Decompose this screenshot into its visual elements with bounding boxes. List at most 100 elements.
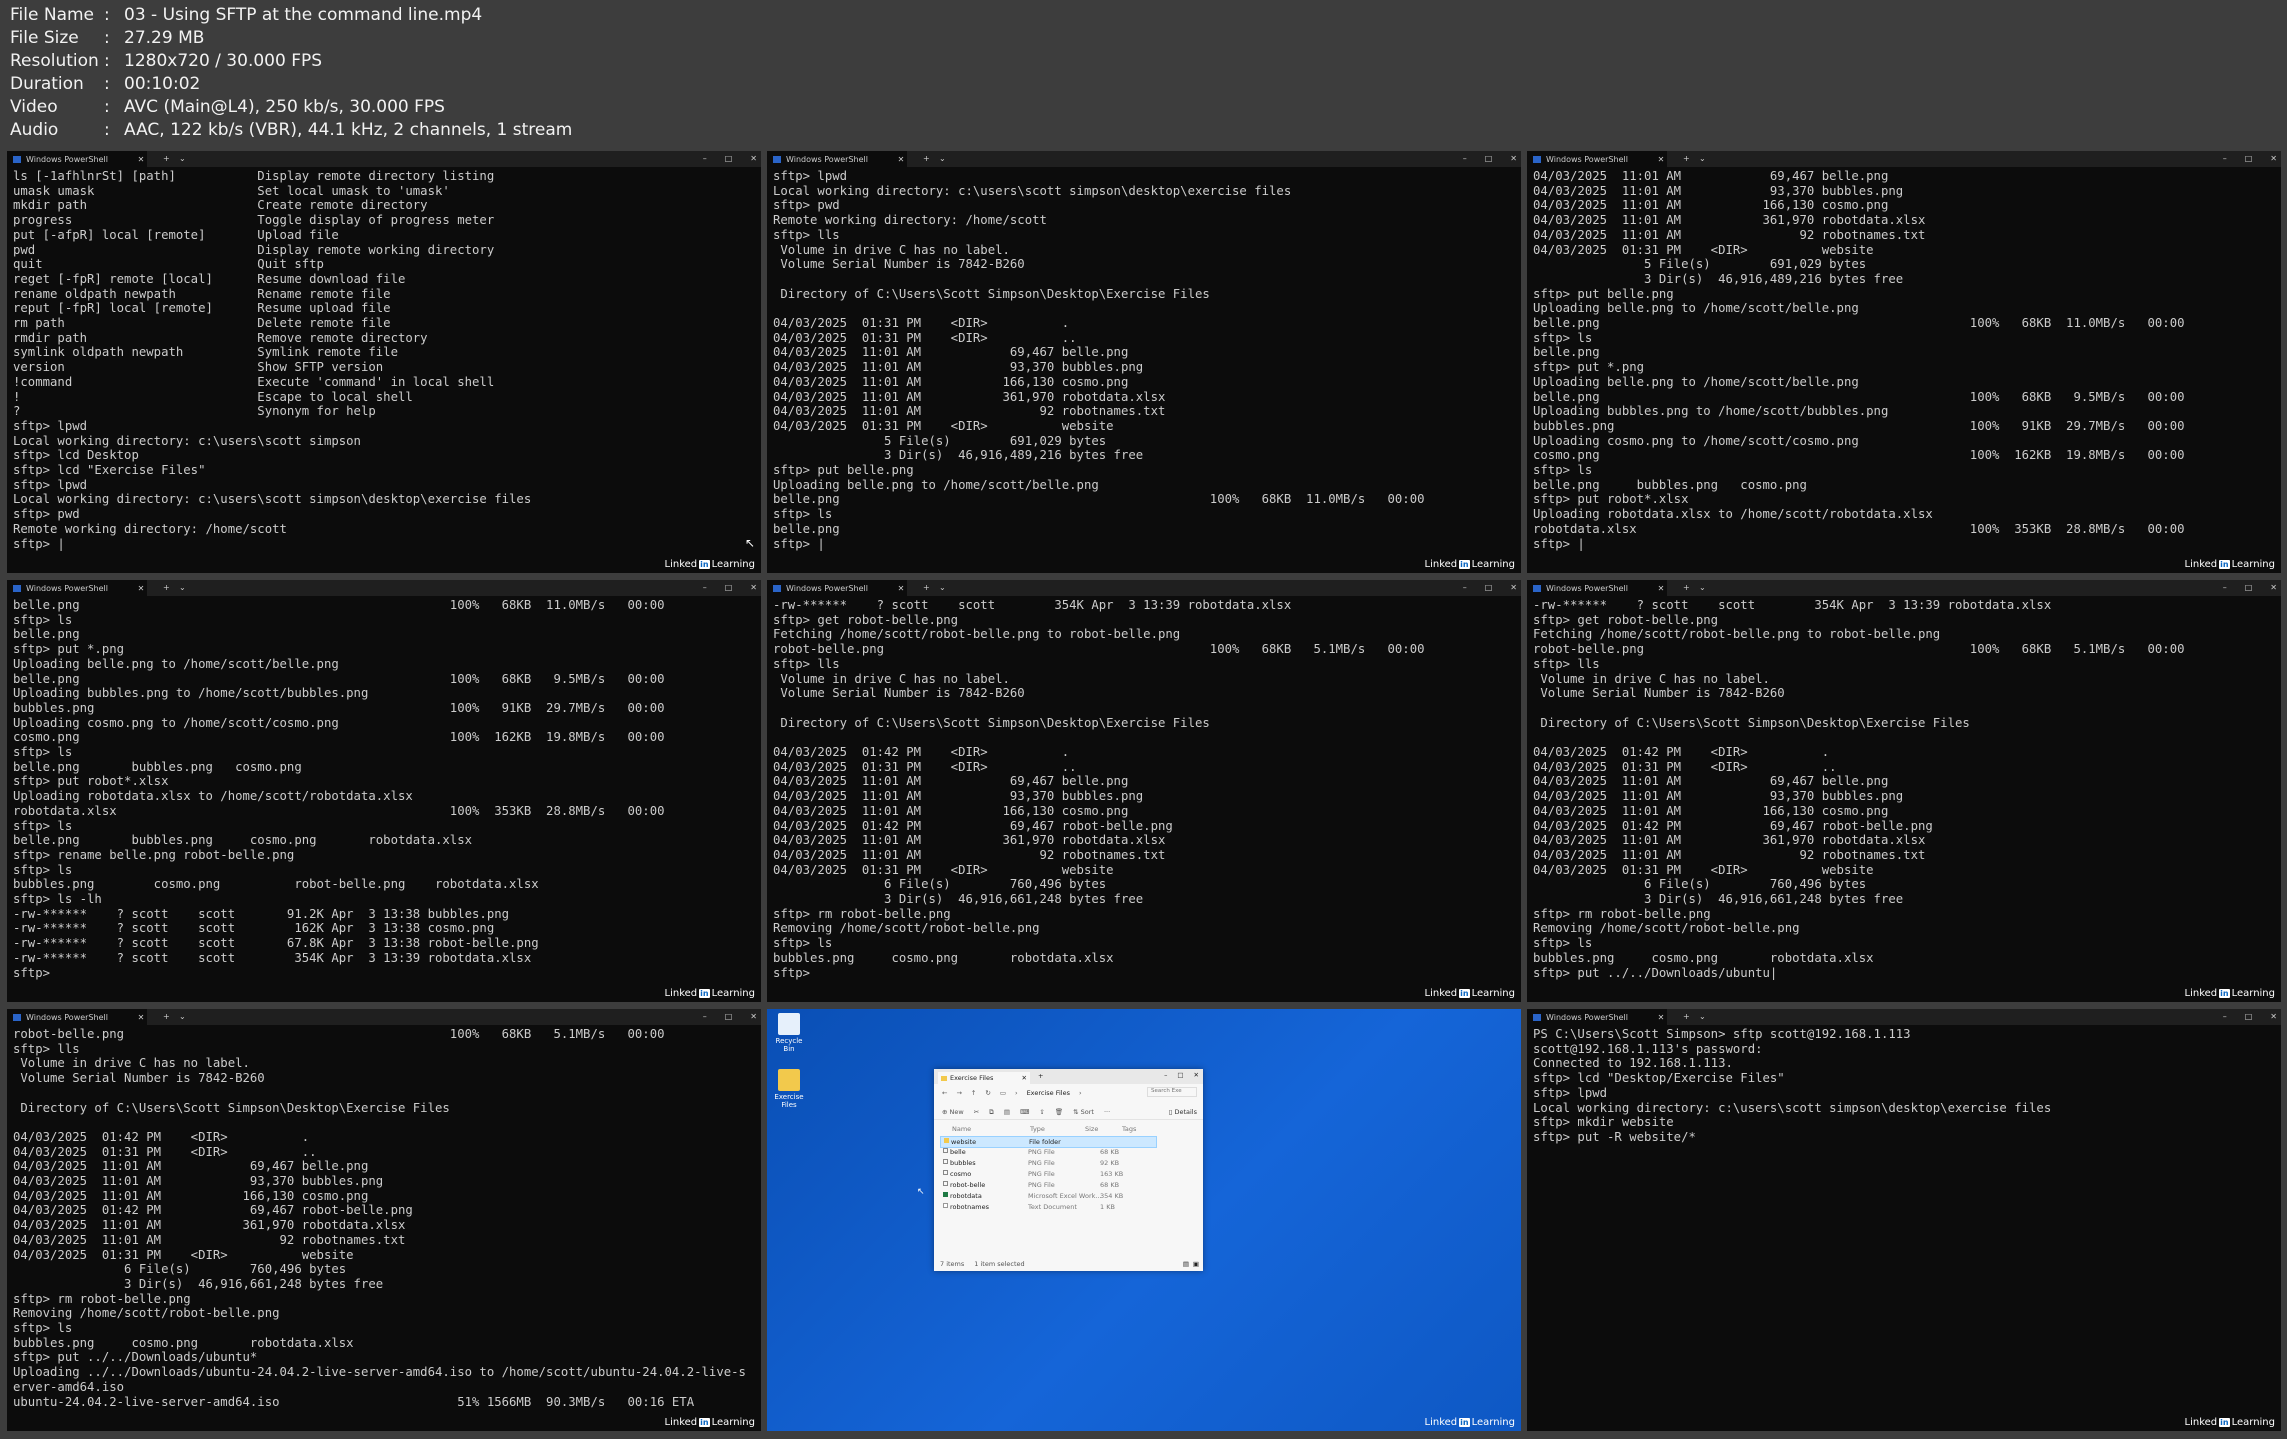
tab-close-icon[interactable]: ✕ [1655,584,1667,593]
close-window-icon[interactable]: ✕ [2270,1009,2277,1025]
terminal-tab[interactable]: Windows PowerShell ✕ [7,1009,147,1025]
maximize-icon[interactable]: □ [2245,151,2253,167]
new-tab-icon[interactable]: + [1038,1072,1043,1080]
file-row[interactable]: robot-belle PNG File 68 KB [940,1180,1157,1190]
back-arrow-icon[interactable]: ← [942,1089,947,1097]
file-row[interactable]: belle PNG File 68 KB [940,1147,1157,1157]
more-icon[interactable]: ··· [1104,1108,1110,1116]
tab-dropdown-icon[interactable]: ⌄ [1699,1009,1706,1025]
tab-close-icon[interactable]: ✕ [135,155,147,164]
tiles-view-icon[interactable]: ▣ [1193,1260,1199,1268]
tab-close-icon[interactable]: ✕ [895,155,907,164]
tab-dropdown-icon[interactable]: ⌄ [179,151,186,167]
new-tab-icon[interactable]: + [163,580,170,596]
maximize-icon[interactable]: □ [725,580,733,596]
new-tab-icon[interactable]: + [1683,151,1690,167]
tab-close-icon[interactable]: ✕ [1655,1013,1667,1022]
details-view-icon[interactable]: ▤ [1183,1260,1189,1268]
terminal-tab[interactable]: Windows PowerShell ✕ [1527,580,1667,596]
new-tab-icon[interactable]: + [163,1009,170,1025]
details-button[interactable]: ▯ Details [1169,1108,1197,1116]
tab-close-icon[interactable]: ✕ [1022,1074,1027,1082]
close-window-icon[interactable]: ✕ [2270,151,2277,167]
desktop-icon-exercise-files[interactable]: Exercise Files [769,1069,809,1109]
terminal-tab[interactable]: Windows PowerShell ✕ [1527,151,1667,167]
close-window-icon[interactable]: ✕ [1510,580,1517,596]
maximize-icon[interactable]: □ [2245,580,2253,596]
minimize-icon[interactable]: – [1164,1071,1167,1079]
minimize-icon[interactable]: – [703,580,707,596]
file-row[interactable]: cosmo PNG File 163 KB [940,1169,1157,1179]
share-icon[interactable]: ⇪ [1039,1108,1044,1116]
maximize-icon[interactable]: □ [1485,151,1493,167]
terminal-output[interactable]: -rw-****** ? scott scott 354K Apr 3 13:3… [773,598,1517,1002]
column-header-name[interactable]: Name [952,1125,971,1133]
new-tab-icon[interactable]: + [1683,580,1690,596]
file-row[interactable]: bubbles PNG File 92 KB [940,1158,1157,1168]
file-row[interactable]: robotdata Microsoft Excel Work... 354 KB [940,1191,1157,1201]
tab-close-icon[interactable]: ✕ [135,584,147,593]
column-header-size[interactable]: Size [1085,1125,1098,1133]
maximize-icon[interactable]: □ [1485,580,1493,596]
sort-button[interactable]: ⇅ Sort [1073,1108,1094,1116]
minimize-icon[interactable]: – [2223,151,2227,167]
terminal-output[interactable]: 04/03/2025 11:01 AM 69,467 belle.png 04/… [1533,169,2277,573]
terminal-tab[interactable]: Windows PowerShell ✕ [7,580,147,596]
maximize-icon[interactable]: □ [2245,1009,2253,1025]
close-window-icon[interactable]: ✕ [750,580,757,596]
file-row[interactable]: robotnames Text Document 1 KB [940,1202,1157,1212]
desktop-icon-recycle-bin[interactable]: Recycle Bin [769,1013,809,1053]
tab-dropdown-icon[interactable]: ⌄ [939,151,946,167]
tab-close-icon[interactable]: ✕ [135,1013,147,1022]
new-tab-icon[interactable]: + [923,151,930,167]
minimize-icon[interactable]: – [1463,580,1467,596]
terminal-tab[interactable]: Windows PowerShell ✕ [1527,1009,1667,1025]
terminal-tab[interactable]: Windows PowerShell ✕ [767,151,907,167]
tab-dropdown-icon[interactable]: ⌄ [1699,151,1706,167]
terminal-output[interactable]: robot-belle.png 100% 68KB 5.1MB/s 00:00 … [13,1027,757,1431]
terminal-output[interactable]: sftp> lpwd Local working directory: c:\u… [773,169,1517,573]
minimize-icon[interactable]: – [703,151,707,167]
close-window-icon[interactable]: ✕ [2270,580,2277,596]
tab-dropdown-icon[interactable]: ⌄ [1699,580,1706,596]
new-button[interactable]: ⊕ New [942,1108,964,1116]
terminal-output[interactable]: belle.png 100% 68KB 11.0MB/s 00:00 sftp>… [13,598,757,1002]
up-arrow-icon[interactable]: ↑ [971,1089,976,1097]
explorer-tab[interactable]: Exercise Files ✕ [938,1072,1030,1084]
terminal-output[interactable]: -rw-****** ? scott scott 354K Apr 3 13:3… [1533,598,2277,1002]
minimize-icon[interactable]: – [2223,580,2227,596]
maximize-icon[interactable]: □ [1177,1071,1183,1079]
maximize-icon[interactable]: □ [725,151,733,167]
close-window-icon[interactable]: ✕ [750,151,757,167]
tab-close-icon[interactable]: ✕ [1655,155,1667,164]
paste-icon[interactable]: ▤ [1004,1108,1010,1116]
minimize-icon[interactable]: – [703,1009,707,1025]
search-input[interactable]: Search Exe [1147,1087,1197,1097]
tab-close-icon[interactable]: ✕ [895,584,907,593]
column-header-type[interactable]: Type [1030,1125,1045,1133]
close-window-icon[interactable]: ✕ [1510,151,1517,167]
breadcrumb[interactable]: Exercise Files [1027,1089,1070,1097]
terminal-output[interactable]: PS C:\Users\Scott Simpson> sftp scott@19… [1533,1027,2277,1431]
copy-icon[interactable]: ⧉ [989,1108,994,1117]
delete-icon[interactable]: 🗑 [1055,1108,1063,1116]
refresh-icon[interactable]: ↻ [985,1089,990,1097]
minimize-icon[interactable]: – [2223,1009,2227,1025]
new-tab-icon[interactable]: + [1683,1009,1690,1025]
tab-dropdown-icon[interactable]: ⌄ [179,580,186,596]
cut-icon[interactable]: ✂ [974,1108,979,1116]
terminal-tab[interactable]: Windows PowerShell ✕ [7,151,147,167]
forward-arrow-icon[interactable]: → [956,1089,961,1097]
new-tab-icon[interactable]: + [163,151,170,167]
close-window-icon[interactable]: ✕ [750,1009,757,1025]
minimize-icon[interactable]: – [1463,151,1467,167]
tab-dropdown-icon[interactable]: ⌄ [179,1009,186,1025]
tab-dropdown-icon[interactable]: ⌄ [939,580,946,596]
terminal-output[interactable]: ls [-1afhlnrSt] [path] Display remote di… [13,169,757,573]
close-window-icon[interactable]: ✕ [1194,1071,1199,1079]
terminal-tab[interactable]: Windows PowerShell ✕ [767,580,907,596]
column-header-tags[interactable]: Tags [1122,1125,1136,1133]
new-tab-icon[interactable]: + [923,580,930,596]
rename-icon[interactable]: ⌨ [1020,1108,1029,1116]
maximize-icon[interactable]: □ [725,1009,733,1025]
